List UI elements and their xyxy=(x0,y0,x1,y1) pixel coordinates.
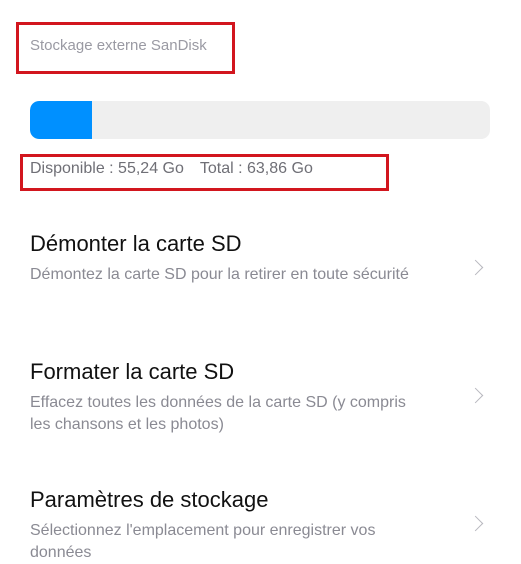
unmount-sd-card-item[interactable]: Démonter la carte SD Démontez la carte S… xyxy=(30,230,495,286)
highlight-annotation-title xyxy=(16,22,235,74)
storage-usage-fill xyxy=(30,101,93,139)
chevron-right-icon xyxy=(467,515,484,532)
storage-settings-title: Paramètres de stockage xyxy=(30,487,269,512)
unmount-sd-card-title: Démonter la carte SD xyxy=(30,231,242,256)
storage-settings-description: Sélectionnez l'emplacement pour enregist… xyxy=(30,522,376,561)
chevron-right-icon xyxy=(467,387,484,404)
unmount-sd-card-description: Démontez la carte SD pour la retirer en … xyxy=(30,266,409,283)
format-sd-card-description: Effacez toutes les données de la carte S… xyxy=(30,394,406,433)
highlight-annotation-storage-info xyxy=(20,154,389,191)
storage-settings-item[interactable]: Paramètres de stockage Sélectionnez l'em… xyxy=(30,486,495,564)
storage-usage-bar xyxy=(30,101,490,139)
format-sd-card-item[interactable]: Formater la carte SD Effacez toutes les … xyxy=(30,358,495,436)
format-sd-card-title: Formater la carte SD xyxy=(30,359,235,384)
chevron-right-icon xyxy=(467,259,484,276)
